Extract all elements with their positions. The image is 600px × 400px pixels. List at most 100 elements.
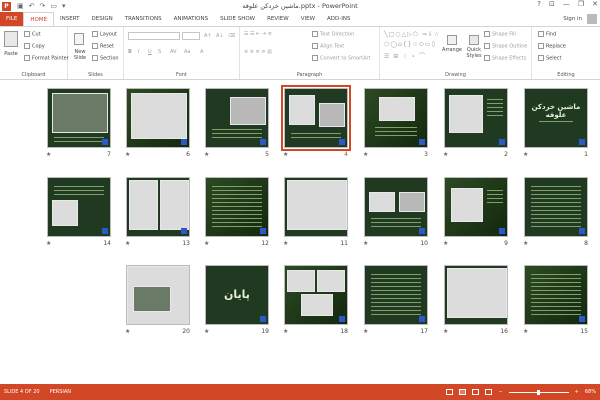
slide-thumbnail[interactable]: پایان <box>205 265 269 325</box>
character-spacing-icon[interactable]: AV <box>170 49 177 55</box>
slide-thumbnail[interactable] <box>126 88 190 148</box>
slide-transition-star-icon[interactable]: ★ <box>46 240 51 247</box>
avatar[interactable] <box>587 14 597 24</box>
slide-transition-star-icon[interactable]: ★ <box>125 151 130 158</box>
tab-slide-show[interactable]: SLIDE SHOW <box>214 12 261 26</box>
zoom-slider-handle[interactable] <box>536 389 540 395</box>
tab-add-ins[interactable]: ADD-INS <box>321 12 356 26</box>
sign-in-link[interactable]: Sign in <box>563 16 582 22</box>
slide-transition-star-icon[interactable]: ★ <box>523 151 528 158</box>
shapes-gallery-row2[interactable]: ⬡◯⌂{}☆⬭▭⬯ <box>384 41 436 49</box>
tab-animations[interactable]: ANIMATIONS <box>168 12 215 26</box>
save-icon[interactable]: ▣ <box>17 2 24 10</box>
tab-design[interactable]: DESIGN <box>86 12 119 26</box>
ribbon-display-button[interactable]: ⊡ <box>549 0 555 8</box>
shape-fill-button[interactable]: Shape Fill <box>484 31 516 38</box>
reset-button[interactable]: Reset <box>92 43 114 50</box>
slide-transition-star-icon[interactable]: ★ <box>204 328 209 335</box>
slide-thumbnail[interactable] <box>47 88 111 148</box>
slide-transition-star-icon[interactable]: ★ <box>443 328 448 335</box>
slide-thumbnail[interactable] <box>205 88 269 148</box>
slide-thumbnail[interactable] <box>444 177 508 237</box>
undo-icon[interactable]: ↶ <box>29 2 35 10</box>
help-button[interactable]: ? <box>537 0 541 8</box>
slide-transition-star-icon[interactable]: ★ <box>283 328 288 335</box>
slide-transition-star-icon[interactable]: ★ <box>363 240 368 247</box>
slide-thumbnail[interactable] <box>281 85 351 151</box>
convert-smartart-button[interactable]: Convert to SmartArt <box>312 55 371 62</box>
replace-button[interactable]: Replace <box>538 43 566 50</box>
slide-thumbnail[interactable] <box>524 177 588 237</box>
language-indicator[interactable]: PERSIAN <box>50 389 71 395</box>
tab-insert[interactable]: INSERT <box>54 12 85 26</box>
slide-thumbnail[interactable] <box>364 177 428 237</box>
slide-thumbnail[interactable] <box>444 265 508 325</box>
shapes-gallery-row3[interactable]: ☰ ⊞ ♢ ⋆ ⌒ <box>384 51 426 60</box>
select-button[interactable]: Select <box>538 55 561 62</box>
copy-button[interactable]: Copy <box>24 43 45 50</box>
bold-button[interactable]: B <box>128 49 132 55</box>
underline-button[interactable]: U <box>148 49 152 55</box>
slide-transition-star-icon[interactable]: ★ <box>443 151 448 158</box>
shadow-button[interactable]: S <box>158 49 161 55</box>
new-slide-button[interactable]: New Slide <box>70 49 90 61</box>
format-painter-button[interactable]: Format Painter <box>24 55 69 62</box>
slide-transition-star-icon[interactable]: ★ <box>204 151 209 158</box>
slide-transition-star-icon[interactable]: ★ <box>523 240 528 247</box>
zoom-in-button[interactable]: + <box>575 389 579 395</box>
zoom-out-button[interactable]: − <box>498 389 502 395</box>
slide-transition-star-icon[interactable]: ★ <box>283 151 288 158</box>
minimize-button[interactable]: — <box>563 0 570 8</box>
font-size-field[interactable] <box>182 32 200 40</box>
customize-qat-icon[interactable]: ▾ <box>62 2 66 10</box>
slide-sorter-view-icon[interactable] <box>459 389 467 395</box>
text-direction-button[interactable]: Text Direction <box>312 31 354 38</box>
slide-thumbnail[interactable] <box>524 265 588 325</box>
slide-thumbnail[interactable] <box>126 265 190 325</box>
zoom-slider[interactable] <box>508 389 569 395</box>
slide-thumbnail[interactable] <box>126 177 190 237</box>
arrange-button[interactable]: Arrange <box>440 35 464 53</box>
slide-transition-star-icon[interactable]: ★ <box>523 328 528 335</box>
slide-thumbnail[interactable] <box>284 177 348 237</box>
start-slideshow-icon[interactable]: ▭ <box>50 2 57 10</box>
find-button[interactable]: Find <box>538 31 556 38</box>
bullets-icon[interactable]: ☰ ☰ ⇤ ⇥ ≡ <box>244 31 272 37</box>
slide-thumbnail[interactable] <box>364 265 428 325</box>
slide-transition-star-icon[interactable]: ★ <box>125 328 130 335</box>
shape-outline-button[interactable]: Shape Outline <box>484 43 527 50</box>
slide-thumbnail[interactable] <box>47 177 111 237</box>
redo-icon[interactable]: ↷ <box>40 2 46 10</box>
slideshow-view-icon[interactable] <box>485 389 493 395</box>
slide-transition-star-icon[interactable]: ★ <box>204 240 209 247</box>
slide-transition-star-icon[interactable]: ★ <box>283 240 288 247</box>
tab-review[interactable]: REVIEW <box>261 12 295 26</box>
quick-styles-button[interactable]: Quick Styles <box>464 35 484 59</box>
normal-view-icon[interactable] <box>446 389 454 395</box>
tab-transitions[interactable]: TRANSITIONS <box>119 12 168 26</box>
new-slide-icon[interactable] <box>74 33 84 45</box>
increase-font-icon[interactable]: A↑ <box>204 33 212 39</box>
shape-effects-button[interactable]: Shape Effects <box>484 55 526 62</box>
cut-button[interactable]: Cut <box>24 31 41 38</box>
close-button[interactable]: ✕ <box>592 0 598 8</box>
italic-button[interactable]: I <box>138 49 139 55</box>
slide-thumbnail[interactable]: ماشین خردکن علوفه <box>524 88 588 148</box>
restore-button[interactable]: ❐ <box>578 0 584 8</box>
zoom-level[interactable]: 68% <box>585 389 596 395</box>
align-text-button[interactable]: Align Text <box>312 43 344 50</box>
font-color-icon[interactable]: A <box>200 49 203 55</box>
tab-view[interactable]: VIEW <box>295 12 321 26</box>
reading-view-icon[interactable] <box>472 389 480 395</box>
alignment-icons[interactable]: ≡ ≡ ≡ ≡ ▥ <box>244 49 272 55</box>
tab-home[interactable]: HOME <box>23 12 55 26</box>
clear-formatting-icon[interactable]: ⌫ <box>228 33 235 39</box>
shapes-gallery[interactable]: ╲□○△▷⬠ ⇒⇩☆ <box>384 31 440 38</box>
slide-transition-star-icon[interactable]: ★ <box>125 240 130 247</box>
slide-transition-star-icon[interactable]: ★ <box>443 240 448 247</box>
slide-transition-star-icon[interactable]: ★ <box>363 328 368 335</box>
slide-thumbnail[interactable] <box>364 88 428 148</box>
paste-button[interactable]: Paste <box>2 51 20 57</box>
layout-button[interactable]: Layout <box>92 31 117 38</box>
slide-thumbnail[interactable] <box>444 88 508 148</box>
